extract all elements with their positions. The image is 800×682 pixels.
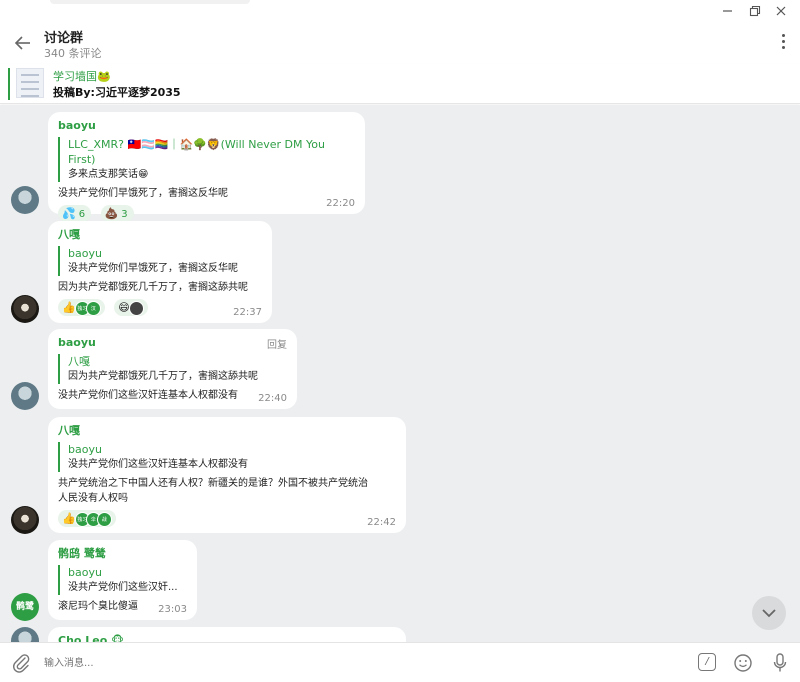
reply-text: 没共产党你们早饿死了，害搁这反华呢 — [68, 263, 238, 274]
reply-quote[interactable]: baoyu 没共产党你们这些汉奸连基本人权都没有 — [58, 442, 396, 472]
message-text: 共产党统治之下中国人还有人权？新疆关的是谁？外国不被共产党统治 — [58, 478, 368, 489]
reply-quote[interactable]: LLC_XMR? 🇹🇼🏳️‍⚧️🏳️‍🌈｜🏠🌳🦁(Will Never DM Y… — [58, 137, 355, 182]
reply-text: 没共产党你们这些汉奸... — [68, 582, 178, 593]
close-icon[interactable] — [773, 3, 789, 19]
message-text: 没共产党你们早饿死了，害搁这反华呢 — [58, 188, 228, 199]
pinned-accent-bar — [8, 68, 10, 100]
avatar[interactable]: 鹘鹭 — [11, 593, 39, 621]
slash-command-icon[interactable]: / — [698, 653, 716, 671]
reaction-chip[interactable]: 😄 — [114, 299, 148, 316]
avatar[interactable] — [11, 186, 39, 214]
paperclip-icon[interactable] — [11, 652, 31, 674]
message-sender[interactable]: 八嘎 — [58, 227, 262, 242]
chat-title: 讨论群 — [44, 31, 84, 46]
message-bubble[interactable]: 八嘎 baoyu 没共产党你们这些汉奸连基本人权都没有 共产党统治之下中国人还有… — [48, 417, 406, 533]
avatar[interactable] — [11, 506, 39, 534]
message-bubble[interactable]: 八嘎 baoyu 没共产党你们早饿死了，害搁这反华呢 因为共产党都饿死几千万了，… — [48, 221, 272, 323]
message-sender[interactable]: baoyu — [58, 335, 287, 350]
reply-text: 因为共产党都饿死几千万了，害搁这舔共呢 — [68, 371, 258, 382]
message-time: 22:37 — [233, 307, 262, 318]
pinned-title: 学习墙国🐸 — [53, 70, 111, 83]
arrow-left-icon[interactable] — [12, 32, 34, 54]
comment-count: 340 条评论 — [44, 47, 102, 60]
message-text: 没共产党你们这些汉奸连基本人权都没有 — [58, 390, 238, 401]
message-sender[interactable]: baoyu — [58, 118, 355, 133]
reaction-chip[interactable]: 👍独习伞战 — [58, 510, 116, 527]
reply-author: baoyu — [68, 247, 102, 260]
smiley-icon[interactable] — [733, 653, 753, 673]
scroll-down-button[interactable] — [752, 596, 786, 630]
microphone-icon[interactable] — [772, 652, 788, 674]
message-time: 22:20 — [326, 198, 355, 209]
message-sender[interactable]: Cho Leo 🐵 — [58, 633, 396, 642]
restore-icon[interactable] — [747, 3, 763, 19]
reply-text: 多来点支那笑话😁 — [68, 169, 149, 180]
message-bubble[interactable]: Cho Leo 🐵 — [48, 627, 406, 642]
reply-quote[interactable]: 八嘎 因为共产党都饿死几千万了，害搁这舔共呢 — [58, 354, 287, 384]
message-sender[interactable]: 鹘鸱 鹭鸶 — [58, 546, 187, 561]
message-time: 22:42 — [367, 517, 396, 528]
avatar[interactable] — [11, 295, 39, 323]
message-bubble[interactable]: baoyu 回复 八嘎 因为共产党都饿死几千万了，害搁这舔共呢 没共产党你们这些… — [48, 329, 297, 409]
message-bubble[interactable]: 鹘鸱 鹭鸶 baoyu 没共产党你们这些汉奸... 滚尼玛个臭比傻逼 23:03 — [48, 540, 197, 620]
reaction-chip[interactable]: 💩 3 — [100, 205, 134, 222]
chat-header: 讨论群 340 条评论 — [0, 22, 800, 64]
message-bubble[interactable]: baoyu LLC_XMR? 🇹🇼🏳️‍⚧️🏳️‍🌈｜🏠🌳🦁(Will Neve… — [48, 112, 365, 222]
reaction-bar: 👍独习汉 😄 — [58, 299, 262, 317]
avatar[interactable] — [11, 382, 39, 410]
message-input[interactable] — [44, 653, 644, 673]
minimize-icon[interactable] — [720, 3, 736, 19]
reply-quote[interactable]: baoyu 没共产党你们早饿死了，害搁这反华呢 — [58, 246, 262, 276]
message-time: 23:03 — [158, 604, 187, 615]
reply-author: baoyu — [68, 566, 102, 579]
chevron-down-icon — [762, 609, 776, 618]
message-time: 22:40 — [258, 393, 287, 404]
reaction-chip[interactable]: 👍独习汉 — [58, 299, 105, 316]
message-composer: / — [0, 642, 800, 682]
message-text: 人民没有人权吗 — [58, 493, 128, 504]
pinned-thumbnail — [16, 68, 44, 98]
message-sender[interactable]: 八嘎 — [58, 423, 396, 438]
avatar[interactable] — [11, 627, 39, 642]
message-text: 因为共产党都饿死几千万了，害搁这舔共呢 — [58, 282, 248, 293]
reply-author: baoyu — [68, 443, 102, 456]
reply-author: LLC_XMR? 🇹🇼🏳️‍⚧️🏳️‍🌈｜🏠🌳🦁(Will Never DM Y… — [68, 138, 325, 166]
window-tab — [50, 0, 250, 4]
pinned-text: 投稿By:习近平逐梦2035 — [53, 86, 181, 99]
reply-button[interactable]: 回复 — [267, 336, 287, 351]
reply-author: 八嘎 — [68, 355, 90, 368]
reaction-bar: 👍独习伞战 — [58, 510, 396, 528]
pinned-message[interactable]: 学习墙国🐸 投稿By:习近平逐梦2035 — [0, 64, 800, 104]
reply-quote[interactable]: baoyu 没共产党你们这些汉奸... — [58, 565, 187, 595]
vertical-dots-icon[interactable] — [780, 34, 786, 52]
message-list[interactable]: baoyu LLC_XMR? 🇹🇼🏳️‍⚧️🏳️‍🌈｜🏠🌳🦁(Will Neve… — [0, 105, 800, 642]
avatar — [128, 300, 144, 316]
reply-text: 没共产党你们这些汉奸连基本人权都没有 — [68, 459, 248, 470]
window-titlebar — [0, 0, 800, 22]
reaction-chip[interactable]: 💦 6 — [58, 205, 92, 222]
